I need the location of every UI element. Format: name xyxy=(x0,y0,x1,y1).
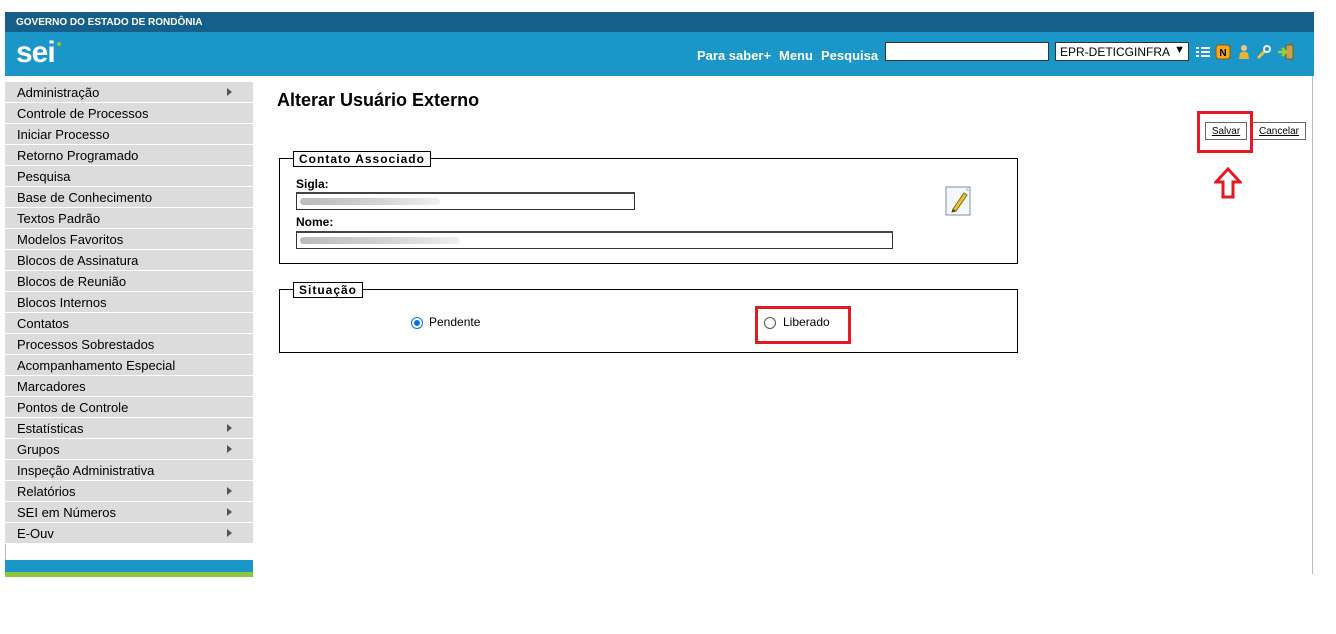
sidebar-item-sei-numeros[interactable]: SEI em Números xyxy=(5,502,253,523)
redacted-value xyxy=(300,237,460,244)
sidebar-item-e-ouv[interactable]: E-Ouv xyxy=(5,523,253,544)
top-header: sei Para saber+ Menu Pesquisa EPR-DETICG… xyxy=(5,32,1314,76)
sidebar-item-pontos-controle[interactable]: Pontos de Controle xyxy=(5,397,253,418)
government-bar: GOVERNO DO ESTADO DE RONDÔNIA xyxy=(5,12,1314,32)
sidebar-item-contatos[interactable]: Contatos xyxy=(5,313,253,334)
sidebar-item-textos-padrao[interactable]: Textos Padrão xyxy=(5,208,253,229)
sidebar-item-marcadores[interactable]: Marcadores xyxy=(5,376,253,397)
right-border xyxy=(1312,76,1313,574)
sidebar-item-blocos-reuniao[interactable]: Blocos de Reunião xyxy=(5,271,253,292)
chevron-right-icon xyxy=(227,487,232,495)
search-input[interactable] xyxy=(885,42,1049,61)
situacao-fieldset: Situação Pendente Liberado xyxy=(279,282,1018,353)
contato-associado-fieldset: Contato Associado Sigla: Nome: xyxy=(279,151,1018,264)
list-icon[interactable] xyxy=(1195,44,1211,60)
government-label: GOVERNO DO ESTADO DE RONDÔNIA xyxy=(16,17,203,28)
save-highlight-box xyxy=(1197,111,1253,153)
sidebar-item-acompanhamento-especial[interactable]: Acompanhamento Especial xyxy=(5,355,253,376)
redacted-value xyxy=(300,198,440,205)
user-icon[interactable] xyxy=(1236,44,1252,60)
sidebar-item-iniciar-processo[interactable]: Iniciar Processo xyxy=(5,124,253,145)
nome-input[interactable] xyxy=(296,231,893,249)
nav-para-saber[interactable]: Para saber+ xyxy=(697,48,771,63)
chevron-down-icon: ▼ xyxy=(1174,44,1185,56)
sidebar-item-relatorios[interactable]: Relatórios xyxy=(5,481,253,502)
sidebar-menu: Administração Controle de Processos Inic… xyxy=(5,82,253,577)
sidebar-item-retorno-programado[interactable]: Retorno Programado xyxy=(5,145,253,166)
sidebar-footer-green xyxy=(5,572,253,577)
situacao-legend: Situação xyxy=(293,282,364,298)
sidebar-item-inspecao-administrativa[interactable]: Inspeção Administrativa xyxy=(5,460,253,481)
liberado-highlight-box xyxy=(755,306,851,344)
chevron-right-icon xyxy=(227,529,232,537)
cancel-button[interactable]: Cancelar xyxy=(1252,122,1306,140)
sidebar-item-modelos-favoritos[interactable]: Modelos Favoritos xyxy=(5,229,253,250)
notes-icon[interactable]: N xyxy=(1215,44,1231,60)
page-title: Alterar Usuário Externo xyxy=(277,90,480,110)
radio-pendente[interactable] xyxy=(411,317,423,329)
sidebar-item-pesquisa[interactable]: Pesquisa xyxy=(5,166,253,187)
nav-menu[interactable]: Menu xyxy=(779,48,813,63)
sidebar-item-controle-processos[interactable]: Controle de Processos xyxy=(5,103,253,124)
sei-logo[interactable]: sei xyxy=(16,36,56,70)
unit-select-value: EPR-DETICGINFRA xyxy=(1060,45,1171,59)
nav-pesquisa[interactable]: Pesquisa xyxy=(821,48,878,63)
chevron-right-icon xyxy=(227,508,232,516)
sidebar-item-grupos[interactable]: Grupos xyxy=(5,439,253,460)
sidebar-item-blocos-assinatura[interactable]: Blocos de Assinatura xyxy=(5,250,253,271)
chevron-right-icon xyxy=(227,445,232,453)
sidebar-item-base-conhecimento[interactable]: Base de Conhecimento xyxy=(5,187,253,208)
tools-icon[interactable] xyxy=(1256,44,1272,60)
edit-contact-icon[interactable] xyxy=(944,185,974,222)
contato-associado-legend: Contato Associado xyxy=(293,151,431,167)
svg-text:N: N xyxy=(1219,48,1226,59)
sigla-label: Sigla: xyxy=(296,177,329,191)
chevron-right-icon xyxy=(227,424,232,432)
chevron-right-icon xyxy=(227,88,232,96)
sidebar-footer-blue xyxy=(5,560,253,572)
sidebar-item-blocos-internos[interactable]: Blocos Internos xyxy=(5,292,253,313)
logo-dot xyxy=(57,42,61,46)
sigla-input[interactable] xyxy=(296,192,635,210)
radio-pendente-label[interactable]: Pendente xyxy=(429,315,480,329)
app-frame: GOVERNO DO ESTADO DE RONDÔNIA sei Para s… xyxy=(5,12,1314,577)
nome-label: Nome: xyxy=(296,215,334,229)
arrow-up-icon xyxy=(1212,166,1244,204)
sidebar-item-administracao[interactable]: Administração xyxy=(5,82,253,103)
sidebar-item-processos-sobrestados[interactable]: Processos Sobrestados xyxy=(5,334,253,355)
exit-icon[interactable] xyxy=(1277,44,1294,60)
unit-select[interactable]: EPR-DETICGINFRA ▼ xyxy=(1055,42,1189,61)
sidebar-item-estatisticas[interactable]: Estatísticas xyxy=(5,418,253,439)
